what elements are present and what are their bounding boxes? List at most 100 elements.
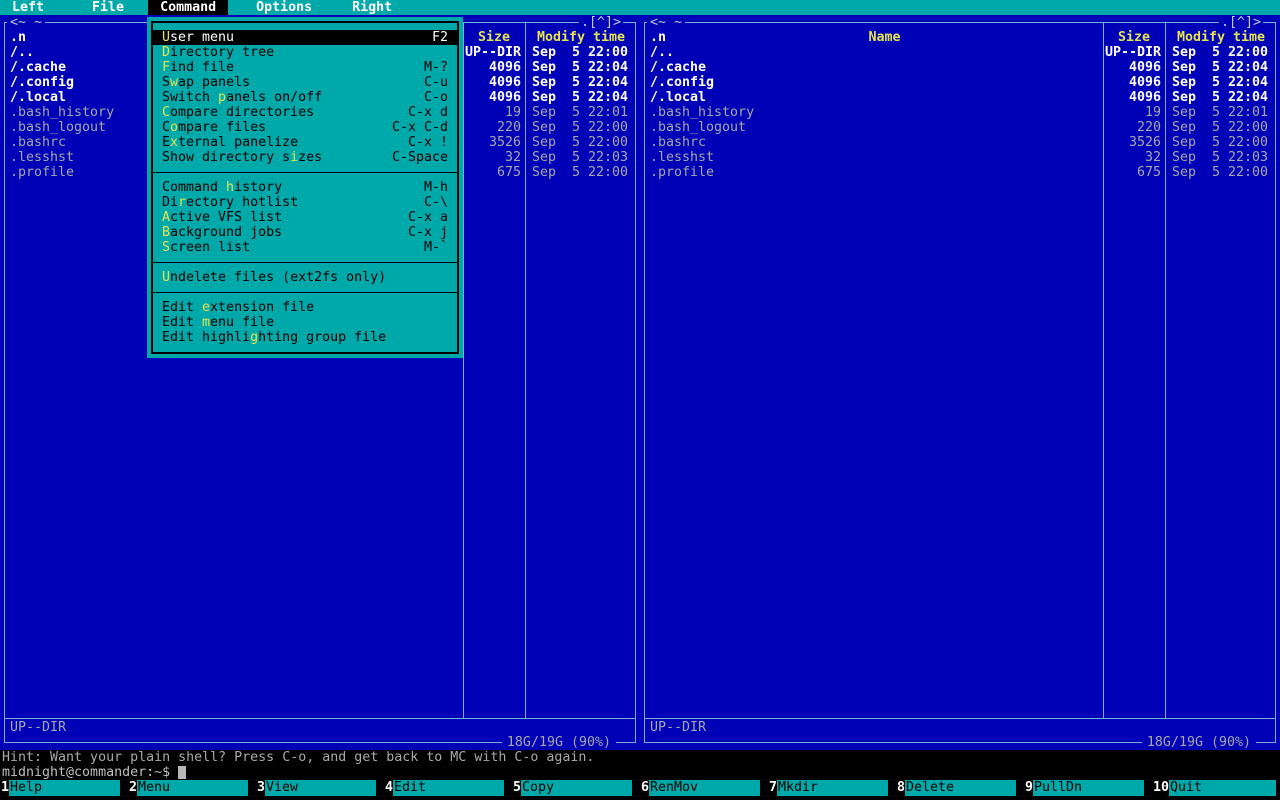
file-name: /.cache: [10, 60, 67, 75]
shell-prompt-row[interactable]: midnight@commander:~$: [2, 765, 187, 780]
file-size: 4096: [488, 60, 521, 75]
file-name: .bash_logout: [10, 120, 107, 135]
file-mtime: Sep 5 22:04: [1172, 60, 1269, 75]
file-name: .lesshst: [10, 150, 75, 165]
menu-item-hotkey-letter: D: [162, 45, 171, 60]
fnkey-help[interactable]: 1 Help: [0, 780, 128, 796]
right-mtime-column-header[interactable]: Modify time: [1165, 30, 1277, 45]
file-mtime: Sep 5 22:04: [532, 90, 629, 105]
file-row[interactable]: /.. UP--DIR Sep 5 22:00: [642, 45, 1278, 60]
function-key-bar: 1 Help 2 Menu 3 View 4 Edit 5 Copy 6 RenMov 7 Mkdir 8 D…: [0, 780, 1280, 796]
menubar-right[interactable]: Right: [340, 0, 404, 16]
menubar-file[interactable]: File: [80, 0, 136, 16]
menu-item-label: Command history: [162, 180, 283, 195]
menu-item-shortcut: M-`: [423, 240, 448, 255]
right-panel-path[interactable]: <~ ~: [647, 15, 686, 30]
menu-item-swap-panels[interactable]: Swap panels C-u: [153, 75, 457, 90]
menu-item-edit-menu-file[interactable]: Edit menu file: [153, 315, 457, 330]
file-row[interactable]: .lesshst 32 Sep 5 22:03: [642, 150, 1278, 165]
file-row[interactable]: /.cache 4096 Sep 5 22:04: [642, 60, 1278, 75]
fnkey-label: Delete: [905, 780, 1016, 796]
fnkey-renmov[interactable]: 6 RenMov: [640, 780, 768, 796]
file-row[interactable]: /.local 4096 Sep 5 22:04: [642, 90, 1278, 105]
file-size: 19: [1144, 105, 1161, 120]
file-row[interactable]: /.config 4096 Sep 5 22:04: [642, 75, 1278, 90]
menu-item-screen-list[interactable]: Screen list M-`: [153, 240, 457, 255]
right-size-column-header[interactable]: Size: [1103, 30, 1165, 45]
menu-item-label: Background jobs: [162, 225, 283, 240]
file-size: 220: [496, 120, 521, 135]
file-row[interactable]: .bash_logout 220 Sep 5 22:00: [642, 120, 1278, 135]
menu-item-hotkey-letter: B: [162, 225, 171, 240]
left-panel-path[interactable]: <~ ~: [7, 15, 46, 30]
menu-item-hotkey-letter: r: [178, 195, 187, 210]
menu-item-label: Directory hotlist: [162, 195, 299, 210]
menu-item-command-history[interactable]: Command history M-h: [153, 180, 457, 195]
menu-item-shortcut: C-x !: [407, 135, 448, 150]
fnkey-label: Help: [9, 780, 120, 796]
menu-item-shortcut: F2: [431, 30, 448, 45]
left-panel-nav-buttons[interactable]: .[^]>: [578, 15, 623, 30]
fnkey-number: 4: [385, 780, 394, 795]
file-size: 32: [504, 150, 521, 165]
menu-item-undelete-files-ext2fs-only[interactable]: Undelete files (ext2fs only): [153, 270, 457, 285]
menu-item-edit-highlighting-group-file[interactable]: Edit highlighting group file: [153, 330, 457, 345]
menu-item-compare-files[interactable]: Compare files C-x C-d: [153, 120, 457, 135]
fnkey-delete[interactable]: 8 Delete: [896, 780, 1024, 796]
file-mtime: Sep 5 22:03: [532, 150, 629, 165]
menu-item-label: Switch panels on/off: [162, 90, 323, 105]
menu-item-external-panelize[interactable]: External panelize C-x !: [153, 135, 457, 150]
fnkey-number: 1: [1, 780, 10, 795]
file-mtime: Sep 5 22:04: [532, 75, 629, 90]
file-size: 4096: [1128, 60, 1161, 75]
file-mtime: Sep 5 22:04: [1172, 90, 1269, 105]
menu-item-hotkey-letter: S: [162, 240, 171, 255]
menu-item-find-file[interactable]: Find file M-?: [153, 60, 457, 75]
file-mtime: Sep 5 22:00: [1172, 165, 1269, 180]
right-name-column-header[interactable]: Name: [666, 30, 1103, 45]
fnkey-label: Mkdir: [777, 780, 888, 796]
fnkey-copy[interactable]: 5 Copy: [512, 780, 640, 796]
file-size: UP--DIR: [464, 45, 521, 60]
menu-item-show-directory-sizes[interactable]: Show directory sizes C-Space: [153, 150, 457, 165]
fnkey-mkdir[interactable]: 7 Mkdir: [768, 780, 896, 796]
menu-item-edit-extension-file[interactable]: Edit extension file: [153, 300, 457, 315]
right-panel-nav-buttons[interactable]: .[^]>: [1218, 15, 1263, 30]
menu-item-label: Show directory sizes: [162, 150, 323, 165]
file-name: /.local: [650, 90, 707, 105]
shell-cursor[interactable]: [178, 766, 187, 779]
file-name: .bash_history: [650, 105, 755, 120]
menu-item-directory-tree[interactable]: Directory tree: [153, 45, 457, 60]
file-mtime: Sep 5 22:03: [1172, 150, 1269, 165]
fnkey-quit[interactable]: 10 Quit: [1152, 780, 1280, 796]
fnkey-label: Copy: [521, 780, 632, 796]
menu-item-shortcut: C-\: [423, 195, 448, 210]
fnkey-edit[interactable]: 4 Edit: [384, 780, 512, 796]
file-row[interactable]: .profile 675 Sep 5 22:00: [642, 165, 1278, 180]
menu-separator: [153, 255, 457, 270]
right-panel-mini-status: UP--DIR: [650, 720, 707, 735]
file-row[interactable]: .bashrc 3526 Sep 5 22:00: [642, 135, 1278, 150]
menubar-command[interactable]: Command: [148, 0, 229, 16]
menu-item-directory-hotlist[interactable]: Directory hotlist C-\: [153, 195, 457, 210]
fnkey-number: 6: [641, 780, 650, 795]
menubar-options[interactable]: Options: [244, 0, 324, 16]
menu-item-switch-panels-on-off[interactable]: Switch panels on/off C-o: [153, 90, 457, 105]
menu-item-compare-directories[interactable]: Compare directories C-x d: [153, 105, 457, 120]
left-mtime-column-header[interactable]: Modify time: [525, 30, 637, 45]
file-row[interactable]: .bash_history 19 Sep 5 22:01: [642, 105, 1278, 120]
fnkey-pulldn[interactable]: 9 PullDn: [1024, 780, 1152, 796]
right-panel-free-space: 18G/19G (90%): [1141, 735, 1256, 750]
left-size-column-header[interactable]: Size: [463, 30, 525, 45]
fnkey-menu[interactable]: 2 Menu: [128, 780, 256, 796]
file-size: 220: [1136, 120, 1161, 135]
fnkey-view[interactable]: 3 View: [256, 780, 384, 796]
menubar-left[interactable]: Left: [0, 0, 56, 16]
menu-separator: [153, 285, 457, 300]
menu-item-user-menu[interactable]: User menu F2: [153, 30, 457, 45]
menu-item-active-vfs-list[interactable]: Active VFS list C-x a: [153, 210, 457, 225]
file-mtime: Sep 5 22:00: [532, 165, 629, 180]
fnkey-label: Edit: [393, 780, 504, 796]
menu-item-background-jobs[interactable]: Background jobs C-x j: [153, 225, 457, 240]
menu-item-shortcut: C-o: [423, 90, 448, 105]
